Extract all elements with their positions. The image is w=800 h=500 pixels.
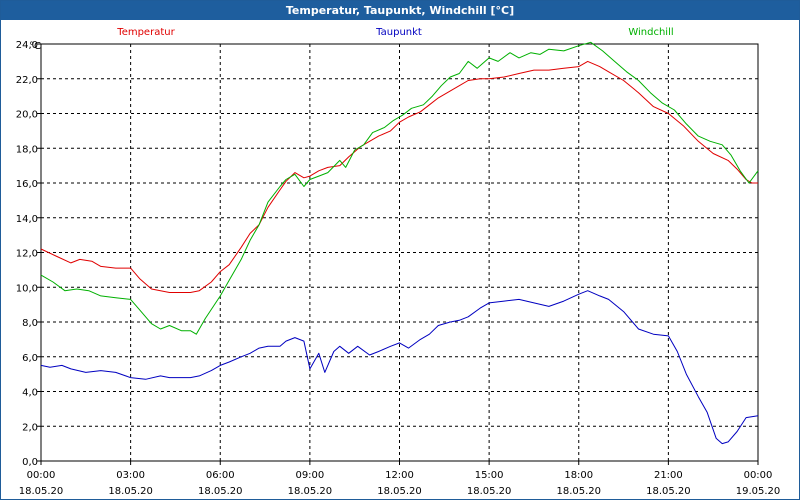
- x-tick-time-label: 06:00: [206, 470, 235, 481]
- x-tick-date-label: 18.05.20: [288, 486, 333, 497]
- series-line-taupunkt: [40, 290, 759, 445]
- x-tick-date-label: 18.05.20: [19, 486, 64, 497]
- x-tick-date-label: 18.05.20: [377, 486, 422, 497]
- x-tick-date-label: 18.05.20: [467, 486, 512, 497]
- x-tick-time-label: 18:00: [564, 470, 593, 481]
- y-tick-label: 22,0: [16, 75, 38, 86]
- chart-canvas: 0,0 2,0 4,0 6,0 8,0 10,0 12,0 14,0 16,0 18,0 20,0 2…: [16, 27, 781, 497]
- x-tick-time-label: 00:00: [27, 470, 56, 481]
- x-tick-time-label: 15:00: [475, 470, 504, 481]
- x-tick-date-label: 18.05.20: [646, 486, 691, 497]
- x-tick-date-label: 18.05.20: [108, 486, 153, 497]
- y-axis-unit-label: °C: [29, 41, 41, 52]
- y-tick-label: 18,0: [16, 144, 38, 155]
- y-tick-label: 8,0: [22, 318, 38, 329]
- x-tick-date-label: 18.05.20: [556, 486, 601, 497]
- legend-entry-temperatur: Temperatur: [116, 27, 175, 38]
- y-tick-label: 14,0: [16, 214, 38, 225]
- y-tick-label: 6,0: [22, 353, 38, 364]
- legend-layer: Temperatur Taupunkt Windchill: [116, 27, 673, 38]
- grid-layer: [41, 44, 758, 461]
- y-tick-label: 10,0: [16, 283, 38, 294]
- y-tick-label: 0,0: [22, 457, 38, 468]
- y-tick-label: 4,0: [22, 388, 38, 399]
- x-tick-time-label: 09:00: [295, 470, 324, 481]
- x-tick-time-label: 00:00: [744, 470, 773, 481]
- legend-entry-taupunkt: Taupunkt: [375, 27, 422, 38]
- legend-entry-windchill: Windchill: [628, 27, 673, 38]
- y-tick-label: 20,0: [16, 110, 38, 121]
- x-tick-time-label: 12:00: [385, 470, 414, 481]
- x-tick-date-label: 19.05.20: [736, 486, 781, 497]
- y-tick-label: 16,0: [16, 179, 38, 190]
- x-tick-time-label: 21:00: [654, 470, 683, 481]
- x-tick-date-label: 18.05.20: [198, 486, 243, 497]
- window-title: Temperatur, Taupunkt, Windchill [°C]: [1, 1, 799, 20]
- y-tick-label: 2,0: [22, 422, 38, 433]
- y-tick-label: 12,0: [16, 249, 38, 260]
- x-tick-time-label: 03:00: [116, 470, 145, 481]
- chart-window: Temperatur, Taupunkt, Windchill [°C] 0,0…: [0, 0, 800, 500]
